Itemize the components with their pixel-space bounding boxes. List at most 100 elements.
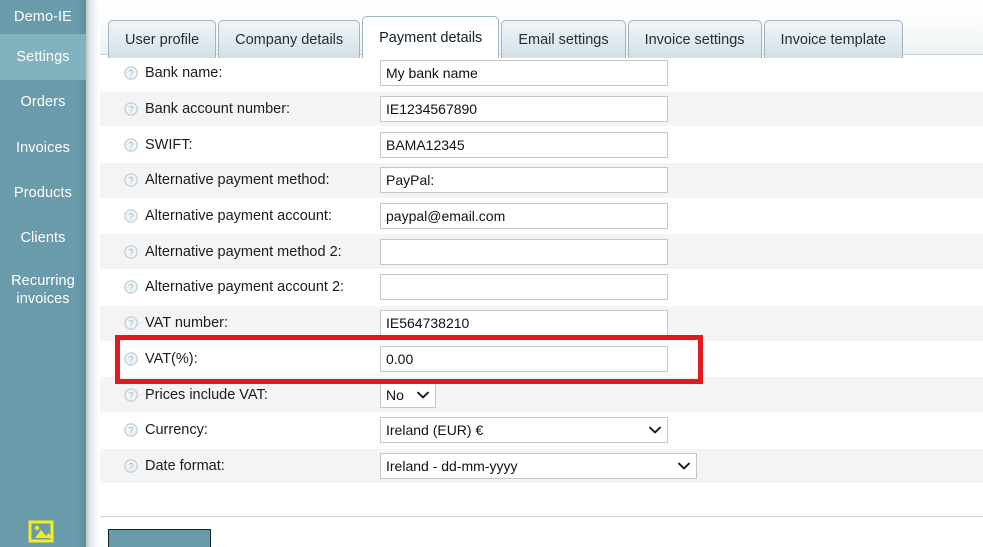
form-row-alternative-payment-method: ? Alternative payment method: xyxy=(100,163,983,199)
field-label-prices-include-vat: Prices include VAT: xyxy=(145,386,268,403)
tab-label: Payment details xyxy=(379,29,483,46)
tab-payment-details[interactable]: Payment details xyxy=(362,16,500,58)
field-label-alternative-payment-method: Alternative payment method: xyxy=(145,172,330,189)
svg-text:?: ? xyxy=(128,176,133,186)
field-label-bank-account-number: Bank account number: xyxy=(145,101,291,118)
chevron-down-icon[interactable] xyxy=(647,426,667,434)
help-circle-icon[interactable]: ? xyxy=(124,66,138,81)
tab-company-details[interactable]: Company details xyxy=(218,20,361,58)
sidebar-item-label: Products xyxy=(13,185,73,202)
form-row-alternative-payment-method-2: ? Alternative payment method 2: xyxy=(100,234,983,271)
select-value-date-format: Ireland - dd-mm-yyyy xyxy=(386,457,518,474)
payment-details-form: ? Bank name:? Bank account number:? SWIFT:?… xyxy=(100,56,983,516)
sidebar-item-clients[interactable]: Clients xyxy=(0,216,86,261)
svg-text:?: ? xyxy=(128,461,133,471)
help-circle-icon[interactable]: ? xyxy=(124,387,138,402)
help-circle-icon[interactable]: ? xyxy=(124,102,138,116)
help-circle-icon[interactable]: ? xyxy=(124,245,138,259)
help-circle-icon[interactable]: ? xyxy=(124,137,138,152)
form-row-bank-account-number: ? Bank account number: xyxy=(100,91,983,128)
sidebar-item-products[interactable]: Products xyxy=(0,171,86,216)
input-bank-account-number[interactable] xyxy=(380,96,668,123)
input-alternative-payment-account-2[interactable] xyxy=(380,274,668,301)
form-row-vat-percent: ? VAT(%): xyxy=(100,341,983,378)
tab-user-profile[interactable]: User profile xyxy=(108,20,217,58)
field-label-alternative-payment-account: Alternative payment account: xyxy=(145,208,332,225)
select-date-format[interactable]: Ireland - dd-mm-yyyy xyxy=(380,452,697,479)
svg-text:?: ? xyxy=(128,390,133,400)
input-bank-name[interactable] xyxy=(380,60,668,87)
input-vat-percent[interactable] xyxy=(380,345,668,372)
sidebar-item-orders[interactable]: Orders xyxy=(0,80,86,125)
tab-invoice-settings[interactable]: Invoice settings xyxy=(627,20,762,58)
form-row-vat-number: ? VAT number: xyxy=(100,305,983,342)
sidebar-item-invoices[interactable]: Invoices xyxy=(0,125,86,171)
chevron-down-icon[interactable] xyxy=(415,391,435,399)
field-label-swift: SWIFT: xyxy=(145,136,193,153)
sidebar-item-label: Recurring invoices xyxy=(11,272,75,307)
svg-text:?: ? xyxy=(128,319,133,329)
image-icon[interactable] xyxy=(27,519,57,545)
select-value-prices-include-vat: No xyxy=(386,386,404,403)
svg-text:?: ? xyxy=(128,211,133,221)
form-bottom-separator xyxy=(100,516,983,517)
svg-text:?: ? xyxy=(128,247,133,257)
sidebar-item-label: Settings xyxy=(16,48,70,65)
sidebar-item-recurring-invoices[interactable]: Recurring invoices xyxy=(0,261,86,319)
field-label-vat-number: VAT number: xyxy=(145,315,229,332)
help-circle-icon[interactable]: ? xyxy=(124,423,138,437)
svg-text:?: ? xyxy=(128,104,133,114)
field-label-bank-name: Bank name: xyxy=(145,65,223,82)
tabs: User profile Company details Payment detai… xyxy=(108,16,904,58)
tab-invoice-template[interactable]: Invoice template xyxy=(763,20,904,58)
help-circle-icon[interactable]: ? xyxy=(124,280,138,295)
tab-label: Invoice settings xyxy=(644,31,745,48)
help-circle-icon[interactable]: ? xyxy=(124,173,138,188)
select-currency[interactable]: Ireland (EUR) € xyxy=(380,417,668,444)
select-value-currency: Ireland (EUR) € xyxy=(386,422,484,439)
form-row-date-format: ? Date format: Ireland - dd-mm-yyyy xyxy=(100,448,983,485)
help-circle-icon[interactable]: ? xyxy=(124,352,138,366)
sidebar-item-label: Clients xyxy=(20,230,66,247)
input-alternative-payment-method-2[interactable] xyxy=(380,238,668,265)
help-circle-icon[interactable]: ? xyxy=(124,316,138,330)
form-row-swift: ? SWIFT: xyxy=(100,127,983,164)
tab-label: Email settings xyxy=(518,31,609,48)
form-row-prices-include-vat: ? Prices include VAT: No xyxy=(100,377,983,413)
select-prices-include-vat[interactable]: No xyxy=(380,381,436,408)
sidebar-edge-shadow xyxy=(86,0,100,547)
sidebar-item-label: Orders xyxy=(20,94,66,111)
field-label-date-format: Date format: xyxy=(145,457,225,474)
svg-text:?: ? xyxy=(128,426,133,436)
tab-label: Company details xyxy=(235,31,344,48)
svg-text:?: ? xyxy=(128,140,133,150)
form-row-alternative-payment-account: ? Alternative payment account: xyxy=(100,198,983,235)
input-vat-number[interactable] xyxy=(380,310,668,337)
save-button[interactable] xyxy=(108,529,211,547)
svg-text:?: ? xyxy=(128,69,133,79)
field-label-vat-percent: VAT(%): xyxy=(145,350,198,367)
tab-strip: User profile Company details Payment detai… xyxy=(100,0,983,58)
sidebar-item-brand[interactable]: Demo-IE xyxy=(0,0,86,34)
input-alternative-payment-account[interactable] xyxy=(380,203,668,230)
field-label-alternative-payment-account-2: Alternative payment account 2: xyxy=(145,279,345,296)
settings-payment-details-page: Demo-IE Settings Orders Invoices Products Cli… xyxy=(0,0,983,547)
field-label-currency: Currency: xyxy=(145,422,208,439)
sidebar-item-label: Demo-IE xyxy=(14,8,72,25)
chevron-down-icon[interactable] xyxy=(676,462,696,470)
form-row-currency: ? Currency: Ireland (EUR) € xyxy=(100,412,983,449)
form-row-alternative-payment-account-2: ? Alternative payment account 2: xyxy=(100,270,983,306)
input-alternative-payment-method[interactable] xyxy=(380,167,668,194)
tab-label: User profile xyxy=(125,31,200,48)
form-row-bank-name: ? Bank name: xyxy=(100,56,983,92)
help-circle-icon[interactable]: ? xyxy=(124,459,138,473)
sidebar: Demo-IE Settings Orders Invoices Products Cli… xyxy=(0,0,86,547)
input-swift[interactable] xyxy=(380,131,668,158)
field-label-alternative-payment-method-2: Alternative payment method 2: xyxy=(145,243,342,260)
sidebar-item-settings[interactable]: Settings xyxy=(0,34,86,80)
tab-email-settings[interactable]: Email settings xyxy=(501,20,626,58)
help-circle-icon[interactable]: ? xyxy=(124,209,138,223)
svg-text:?: ? xyxy=(128,354,133,364)
svg-text:?: ? xyxy=(128,283,133,293)
tab-label: Invoice template xyxy=(780,31,887,48)
